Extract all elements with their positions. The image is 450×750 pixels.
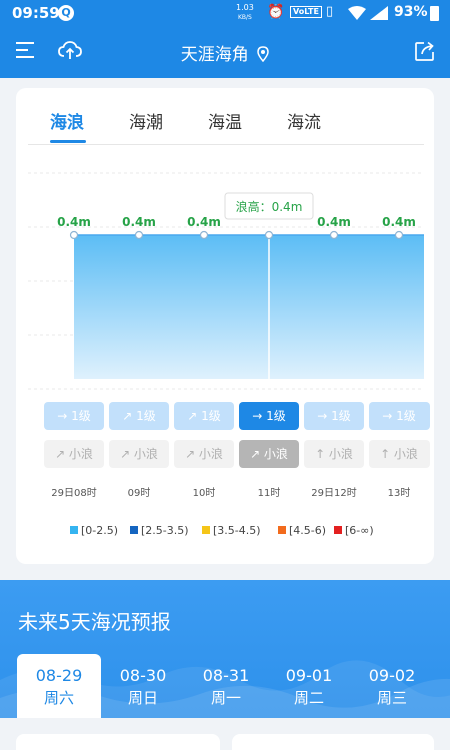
point-label: 0.4m <box>382 215 416 229</box>
forecast-day-date: 08-29 <box>35 666 83 685</box>
location-pin-icon <box>257 46 269 62</box>
point-label: 0.4m <box>317 215 351 229</box>
forecast-day-tab[interactable]: 08-30 周日 <box>101 654 185 718</box>
legend-item: [0-2.5) <box>70 524 118 537</box>
data-type-tabs: 海浪 海潮 海温 海流 <box>16 88 434 144</box>
notification-app-icon: Q <box>58 5 74 21</box>
network-speed-value: 1.03 <box>236 3 254 12</box>
time-label: 13时 <box>387 488 411 499</box>
wind-level-button[interactable]: → 1级 <box>44 402 104 430</box>
location-name: 天涯海角 <box>180 45 249 65</box>
data-point[interactable] <box>69 230 79 240</box>
tooltip-text: 浪高：0.4m <box>236 199 303 214</box>
legend-item: [6-∞) <box>334 524 374 537</box>
wave-state-button[interactable]: ↗ 小浪 <box>109 440 169 468</box>
tab-waves[interactable]: 海浪 <box>50 108 84 133</box>
forecast-day-tab[interactable]: 08-29 周六 <box>17 654 101 720</box>
forecast-day-tab[interactable]: 09-02 周三 <box>350 654 434 718</box>
wave-state-button[interactable]: ↗ 小浪 <box>174 440 234 468</box>
data-point[interactable] <box>329 230 339 240</box>
forecast-day-date: 09-01 <box>285 666 333 685</box>
data-point[interactable] <box>264 230 274 240</box>
network-speed: 1.03 KB/S <box>236 3 254 22</box>
wave-state-button[interactable]: ↑ 小浪 <box>369 440 429 468</box>
tab-sea-temperature[interactable]: 海温 <box>208 108 242 133</box>
wind-level-button-partial[interactable] <box>422 402 430 430</box>
legend-item: [4.5-6) <box>278 524 326 537</box>
active-tab-indicator <box>50 140 86 143</box>
legend-swatch <box>278 526 286 534</box>
wave-state-button[interactable]: ↗ 小浪 <box>44 440 104 468</box>
wind-level-button[interactable]: → 1级 <box>239 402 299 430</box>
legend-item: [2.5-3.5) <box>130 524 189 537</box>
legend-swatch <box>70 526 78 534</box>
forecast-detail-card-left <box>16 734 220 750</box>
alarm-icon: ⏰ <box>267 4 285 20</box>
ocean-data-card: 海浪 海潮 海温 海流 0.4m 0.4m 0.4m 0.4m 0.4m 浪高：0.4m… <box>16 88 434 564</box>
forecast-day-weekday: 周二 <box>293 689 324 707</box>
data-point[interactable] <box>394 230 404 240</box>
tab-currents[interactable]: 海流 <box>287 108 321 133</box>
share-icon[interactable] <box>414 40 436 62</box>
forecast-day-date: 09-02 <box>368 666 416 685</box>
legend-swatch <box>334 526 342 534</box>
forecast-day-tab[interactable]: 08-31 周一 <box>184 654 268 718</box>
wind-level-button[interactable]: → 1级 <box>304 402 364 430</box>
volte-badge: VoLTE <box>290 6 322 18</box>
data-point[interactable] <box>134 230 144 240</box>
status-time: 09:59 <box>12 4 60 22</box>
forecast-day-weekday: 周三 <box>376 689 407 707</box>
chart-tooltip: 浪高：0.4m <box>224 192 314 220</box>
wind-level-button[interactable]: → 1级 <box>369 402 429 430</box>
data-point[interactable] <box>199 230 209 240</box>
legend-item: [3.5-4.5) <box>202 524 261 537</box>
time-label: 10时 <box>192 488 216 499</box>
status-bar: 09:59 Q 1.03 KB/S ⏰ VoLTE ▯ 93% <box>0 0 450 26</box>
battery-icon <box>430 6 439 21</box>
wave-height-area <box>74 235 424 379</box>
time-label: 09时 <box>127 488 151 499</box>
legend-label: [2.5-3.5) <box>141 524 189 537</box>
wave-state-button-partial[interactable] <box>422 440 430 468</box>
wind-level-button[interactable]: ↗ 1级 <box>174 402 234 430</box>
legend-label: [6-∞) <box>345 524 374 537</box>
wind-level-button[interactable]: ↗ 1级 <box>109 402 169 430</box>
wind-level-row: → 1级 ↗ 1级 ↗ 1级 → 1级 → 1级 → 1级 <box>16 402 434 432</box>
wave-state-button[interactable]: ↗ 小浪 <box>239 440 299 468</box>
location-title[interactable]: 天涯海角 <box>0 40 450 65</box>
battery-percent: 93% <box>394 4 428 20</box>
tab-tides[interactable]: 海潮 <box>129 108 163 133</box>
legend-label: [0-2.5) <box>81 524 119 537</box>
time-label: 29日08时 <box>51 488 97 499</box>
point-label: 0.4m <box>187 215 221 229</box>
forecast-detail-card-right <box>232 734 434 750</box>
forecast-title: 未来5天海况预报 <box>18 610 171 634</box>
time-axis-row: 29日08时 09时 10时 11时 29日12时 13时 <box>16 484 434 500</box>
point-label: 0.4m <box>122 215 156 229</box>
legend-label: [3.5-4.5) <box>213 524 261 537</box>
wave-state-button[interactable]: ↑ 小浪 <box>304 440 364 468</box>
time-label: 11时 <box>257 488 281 499</box>
legend-swatch <box>130 526 138 534</box>
legend-label: [4.5-6) <box>289 524 327 537</box>
forecast-day-weekday: 周六 <box>43 689 74 707</box>
wave-state-row: ↗ 小浪 ↗ 小浪 ↗ 小浪 ↗ 小浪 ↑ 小浪 ↑ 小浪 <box>16 440 434 470</box>
wave-height-chart[interactable]: 0.4m 0.4m 0.4m 0.4m 0.4m 浪高：0.4m <box>16 145 434 445</box>
network-speed-unit: KB/S <box>237 14 252 21</box>
forecast-day-date: 08-30 <box>119 666 167 685</box>
vibrate-icon: ▯ <box>326 4 334 19</box>
app-bar: 天涯海角 <box>0 26 450 78</box>
wifi-icon <box>348 6 366 20</box>
forecast-day-weekday: 周日 <box>127 689 158 707</box>
point-label: 0.4m <box>57 215 91 229</box>
forecast-day-date: 08-31 <box>202 666 250 685</box>
signal-icon <box>370 6 388 20</box>
legend-swatch <box>202 526 210 534</box>
forecast-day-weekday: 周一 <box>210 689 241 707</box>
forecast-day-tab[interactable]: 09-01 周二 <box>267 654 351 718</box>
wave-height-legend: [0-2.5) [2.5-3.5) [3.5-4.5) [4.5-6) [6-∞) <box>16 524 434 540</box>
time-label: 29日12时 <box>311 488 357 499</box>
